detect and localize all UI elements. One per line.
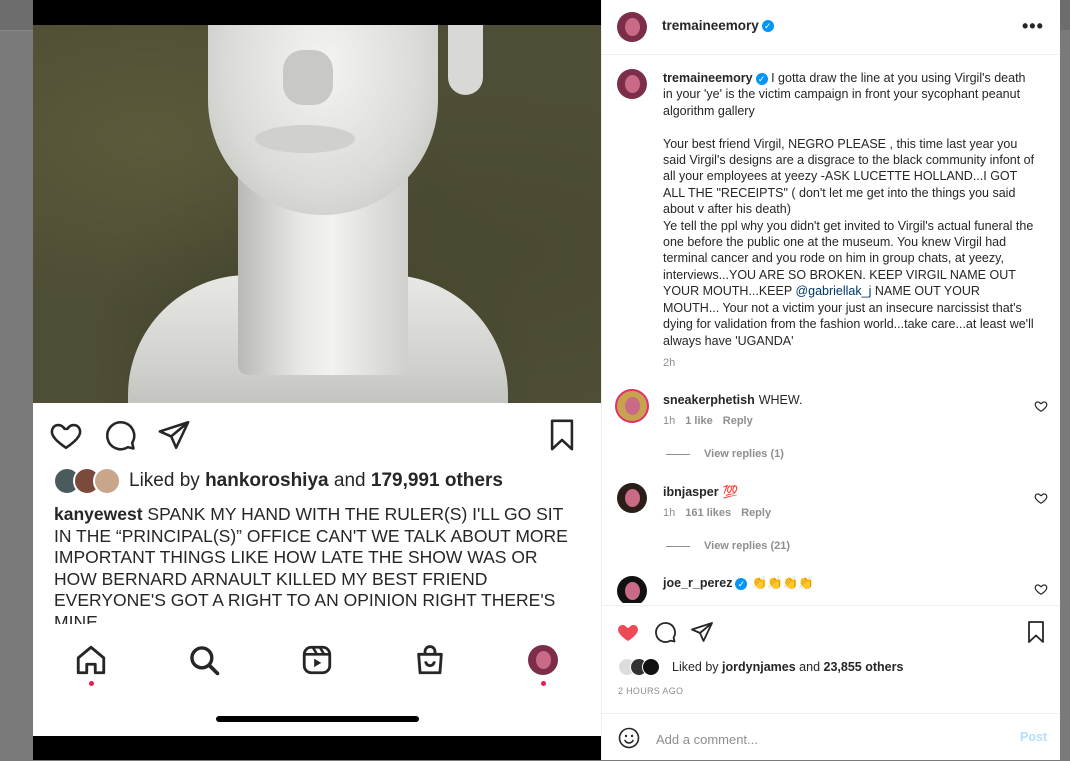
commenter-avatar[interactable]: [617, 576, 647, 603]
post-media: Liked by hankoroshiya and 179,991 others…: [33, 0, 601, 760]
view-replies-button[interactable]: View replies (21): [666, 540, 790, 552]
comment-time: 1h: [663, 507, 676, 519]
reels-icon[interactable]: [297, 640, 337, 680]
comment-username[interactable]: ibnjasper: [663, 485, 719, 499]
liked-by-and: and: [333, 470, 366, 491]
comment-text: WHEW.: [758, 393, 803, 407]
author-username[interactable]: tremaineemory ✓: [662, 18, 774, 33]
avatar: [642, 658, 660, 676]
avatar: [528, 645, 558, 675]
home-notification-dot: [89, 681, 94, 686]
comment-likes-link[interactable]: 1 like: [685, 415, 713, 427]
share-icon[interactable]: [688, 618, 716, 646]
caption-text-part1: I gotta draw the line at you using Virgi…: [663, 71, 1035, 299]
media-bottom-bar: [33, 736, 601, 760]
caption-username[interactable]: tremaineemory ✓: [663, 71, 768, 85]
search-icon[interactable]: [184, 640, 224, 680]
liked-by-user-link[interactable]: jordynjames: [722, 660, 796, 674]
comment-meta: 1h 161 likes Reply: [663, 507, 781, 519]
heart-icon[interactable]: [43, 412, 89, 458]
bust-ear: [448, 25, 483, 95]
post-caption: tremaineemory ✓ I gotta draw the line at …: [663, 70, 1038, 349]
reply-button[interactable]: Reply: [741, 507, 771, 519]
comment-body: joe_r_perez ✓ 👏👏👏👏: [663, 576, 814, 591]
liker-avatars: [53, 467, 121, 495]
comment-icon[interactable]: [651, 618, 679, 646]
comment-input[interactable]: [654, 728, 978, 750]
liked-by-and: and: [799, 660, 821, 674]
author-avatar[interactable]: [617, 12, 647, 42]
bust-lips: [255, 125, 355, 153]
add-comment-bar: Post: [602, 713, 1060, 761]
comment-body: sneakerphetish WHEW.: [663, 393, 802, 407]
comment-text: 💯: [722, 485, 739, 499]
commenter-avatar[interactable]: [617, 483, 647, 513]
verified-badge-icon: ✓: [761, 20, 774, 33]
media-caption: kanyewest SPANK MY HAND WITH THE RULER(S…: [54, 504, 584, 624]
comment-meta: 1h 1 like Reply: [663, 415, 763, 427]
comments-scroll-area[interactable]: tremaineemory ✓ I gotta draw the line at …: [602, 55, 1060, 603]
liked-by-prefix: Liked by: [672, 660, 719, 674]
comment-body: ibnjasper 💯: [663, 485, 738, 500]
comment-username[interactable]: sneakerphetish: [663, 393, 755, 407]
view-replies-button[interactable]: View replies (1): [666, 448, 784, 460]
avatar: [93, 467, 121, 495]
comment-like-icon[interactable]: [1034, 582, 1048, 596]
emoji-icon[interactable]: [617, 726, 641, 750]
profile-avatar-nav[interactable]: [523, 640, 563, 680]
liked-heart-icon[interactable]: [614, 618, 642, 646]
bookmark-icon[interactable]: [539, 412, 585, 458]
comment-like-icon[interactable]: [1034, 399, 1048, 413]
comment-username[interactable]: joe_r_perez: [663, 576, 732, 590]
comment-icon[interactable]: [97, 412, 143, 458]
home-icon[interactable]: [71, 640, 111, 680]
reply-button[interactable]: Reply: [723, 415, 753, 427]
caption-mention-link[interactable]: @gabriellak_j: [795, 284, 871, 298]
post-header: tremaineemory ✓ •••: [602, 0, 1060, 55]
post-comment-button[interactable]: Post: [1020, 730, 1047, 744]
liked-by-others-link[interactable]: 179,991 others: [371, 470, 503, 492]
background-divider: [0, 30, 33, 31]
comment-text: 👏👏👏👏: [751, 576, 814, 590]
bookmark-icon[interactable]: [1022, 618, 1050, 646]
shop-icon[interactable]: [410, 640, 450, 680]
home-indicator-bar: [216, 716, 419, 722]
caption-avatar[interactable]: [617, 69, 647, 99]
post-likes-line: Liked by jordynjames and 23,855 others: [618, 657, 903, 677]
post-date[interactable]: 2 HOURS AGO: [618, 686, 683, 696]
post-detail-panel: tremaineemory ✓ ••• tremaineemory ✓ I gott…: [601, 0, 1060, 760]
comment-time: 1h: [663, 415, 676, 427]
caption-username[interactable]: kanyewest: [54, 504, 143, 524]
caption-timestamp: 2h: [663, 357, 676, 369]
media-action-bar: [33, 412, 601, 458]
phone-bottom-nav: [33, 626, 601, 736]
media-top-bar: [33, 0, 601, 25]
liked-by-prefix: Liked by: [129, 470, 200, 491]
liked-by-user-link[interactable]: hankoroshiya: [205, 470, 329, 492]
bust-nose: [283, 50, 333, 105]
statue-photo: [33, 25, 601, 403]
commenter-avatar[interactable]: [615, 389, 649, 423]
verified-badge-icon: ✓: [735, 577, 748, 590]
share-icon[interactable]: [151, 412, 197, 458]
liked-by-others-link[interactable]: 23,855 others: [824, 660, 904, 674]
more-options-icon[interactable]: •••: [1022, 16, 1044, 37]
media-likes-line: Liked by hankoroshiya and 179,991 others: [53, 467, 503, 495]
comment-likes-link[interactable]: 161 likes: [685, 507, 731, 519]
comment-like-icon[interactable]: [1034, 491, 1048, 505]
verified-badge-icon: ✓: [755, 72, 768, 85]
post-action-bar: [602, 605, 1060, 656]
profile-notification-dot: [541, 681, 546, 686]
